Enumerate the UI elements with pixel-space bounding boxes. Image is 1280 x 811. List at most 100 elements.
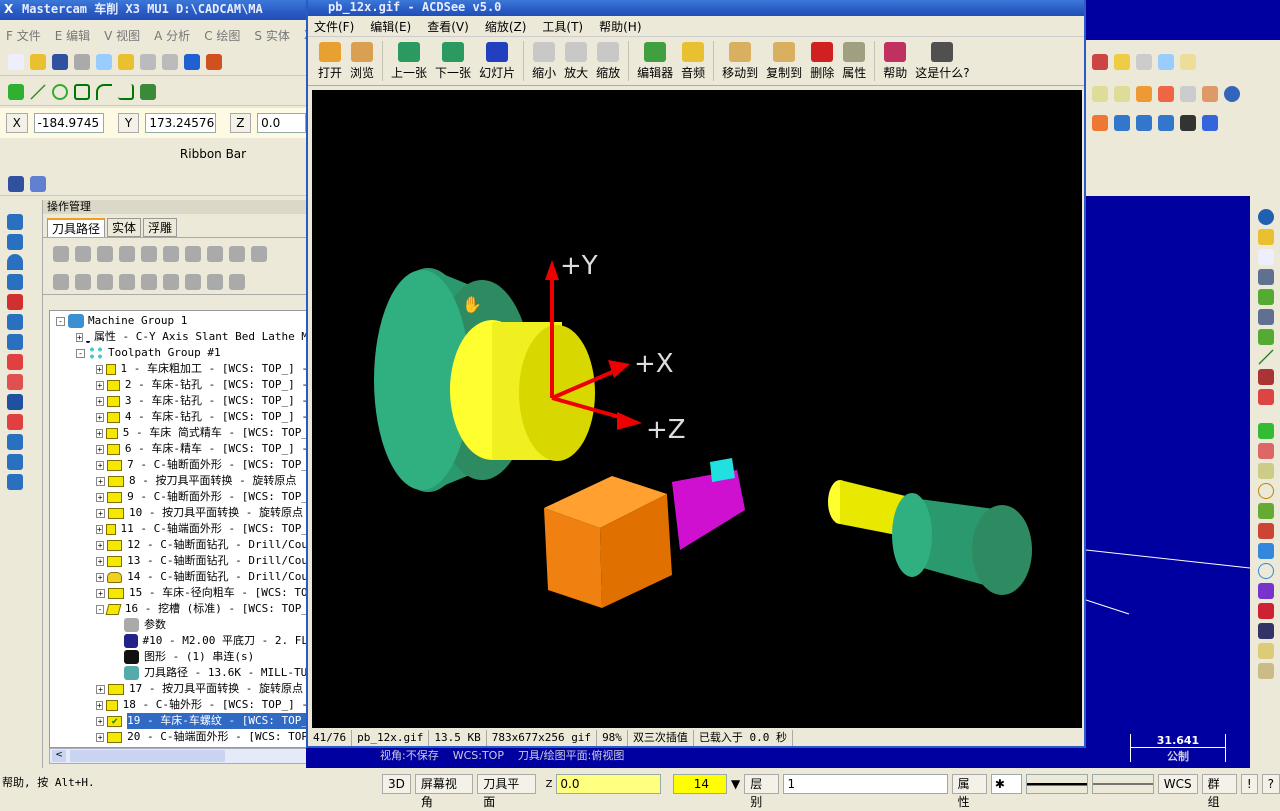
editor-wand-button[interactable]: 编辑器 [633,42,677,81]
find-icon[interactable] [1158,54,1174,70]
next-arrow-button[interactable]: 下一张 [431,42,475,81]
toolpath-icon[interactable] [8,175,24,192]
tree-machine-group[interactable]: - Machine Group 1 [56,313,308,329]
z-depth-input[interactable]: 0.0 [556,774,661,794]
down-icon[interactable] [7,274,23,290]
copy-to-button[interactable]: 复制到 [762,42,806,81]
line-style-select[interactable] [1025,774,1088,794]
sweep-icon[interactable] [1158,86,1174,102]
y-label-button[interactable]: Y [117,113,140,133]
color-red-icon[interactable] [1258,603,1274,619]
rotate-icon[interactable] [7,234,23,250]
tool-plane-button[interactable]: 刀具平面 [477,774,536,809]
extrude-icon[interactable] [7,334,23,350]
cut-icon[interactable] [7,354,23,370]
line-icon[interactable] [30,83,46,100]
tree-operation[interactable]: +4 - 车床-钻孔 - [WCS: TOP_] - [56,409,308,425]
circle-icon[interactable] [52,83,68,100]
color-input[interactable]: 14 [672,774,728,794]
collapse-icon[interactable]: - [76,348,85,358]
lock-icon[interactable] [53,274,69,290]
zoom-button[interactable]: 缩放 [592,42,624,81]
group-button[interactable]: 群组 [1201,774,1237,809]
save-icon[interactable] [1258,269,1274,285]
expand-icon[interactable]: + [96,684,105,694]
tree-operation[interactable]: +7 - C-轴断面外形 - [WCS: TOP_ [56,457,308,473]
slideshow-button[interactable]: 幻灯片 [475,42,519,81]
stop-icon[interactable] [141,246,157,262]
expand-icon[interactable]: + [96,716,105,726]
five-axis-icon[interactable] [1202,115,1218,131]
chain-icon[interactable] [1258,503,1274,519]
list-icon[interactable] [7,474,23,490]
properties-button[interactable]: 属性 [838,42,870,81]
calc-icon[interactable] [1092,54,1108,70]
scroll-icon[interactable] [185,274,201,290]
expand-icon[interactable]: + [96,540,105,550]
wcs-button[interactable]: WCS [1157,774,1198,794]
tree-operation[interactable]: +1 - 车床粗加工 - [WCS: TOP_] - [56,361,308,377]
post-icon[interactable] [163,246,179,262]
ops-help-icon[interactable] [251,246,267,262]
scrollbar-thumb[interactable] [70,750,225,762]
color-icon[interactable] [1258,583,1274,599]
surface-icon[interactable] [1092,86,1108,102]
line-icon[interactable] [1258,349,1274,365]
preview-icon[interactable] [96,53,112,70]
sphere-icon[interactable] [1258,209,1274,225]
x-icon[interactable] [1180,115,1196,131]
line-tool-icon[interactable] [1258,463,1274,479]
tool-4-icon[interactable] [1158,115,1174,131]
solid-icon[interactable] [7,294,23,310]
move-to-button[interactable]: 移动到 [718,42,762,81]
tree-horizontal-scrollbar[interactable]: < [49,748,309,764]
acdsee-menu-item[interactable]: 查看(V) [427,18,469,35]
prev-arrow-button[interactable]: 上一张 [387,42,431,81]
browse-button[interactable]: 浏览 [346,42,378,81]
tree-operation[interactable]: +11 - C-轴端面外形 - [WCS: TOP_ [56,521,308,537]
expand-icon[interactable]: + [96,588,105,598]
open-icon[interactable] [30,53,46,70]
tool-3-icon[interactable] [1136,115,1152,131]
cylinder-icon[interactable] [140,83,156,100]
move-up-icon[interactable] [141,274,157,290]
z-label-button[interactable]: Z [229,113,252,133]
add-point-icon[interactable] [1258,423,1274,439]
tree-operation[interactable]: +14 - C-轴断面钻孔 - Drill/Cou [56,569,308,585]
backplot-icon[interactable] [97,246,113,262]
tree-child[interactable]: #10 - M2.00 平底刀 - 2. FL [56,633,308,649]
tab-art[interactable]: 浮雕 [143,218,178,237]
tool-1-icon[interactable] [1092,115,1108,131]
y-coordinate-input[interactable]: 173.24576 [145,113,216,133]
tree-toolpath-group[interactable]: - Toolpath Group #1 [56,345,308,361]
x-coordinate-input[interactable]: -184.9745 [33,113,104,133]
expand-icon[interactable]: + [96,700,103,710]
expand-icon[interactable]: + [96,396,104,406]
acdsee-menu-item[interactable]: 工具(T) [542,18,583,35]
sparkle-icon[interactable] [1136,54,1152,70]
g1-icon[interactable] [185,246,201,262]
tree-operation[interactable]: +10 - 按刀具平面转换 - 旋转原点 [56,505,308,521]
image-viewport[interactable]: +Y +X +Z ✋ [312,90,1082,728]
delete-x-button[interactable]: 删除 [806,42,838,81]
3d-button[interactable]: 3D [382,774,411,794]
tool-2-icon[interactable] [1114,115,1130,131]
cube-icon[interactable] [7,394,23,410]
toggle-display-icon[interactable] [75,274,91,290]
print-icon[interactable] [74,53,90,70]
expand-icon[interactable]: + [76,332,83,342]
z-coordinate-input[interactable]: 0.0 [257,113,306,133]
tree-operation[interactable]: +15 - 车床-径向粗车 - [WCS: TO [56,585,308,601]
zoom-out-button[interactable]: 缩小 [528,42,560,81]
redo-icon[interactable] [162,53,178,70]
menu-analyze[interactable]: A 分析 [154,27,190,44]
rectangle-icon[interactable] [74,83,90,100]
expand-icon[interactable]: + [96,428,103,438]
menu-file[interactable]: F 文件 [6,27,41,44]
grid-icon[interactable] [7,434,23,450]
tree-operation[interactable]: +12 - C-轴断面钻孔 - Drill/Cou [56,537,308,553]
x-label-button[interactable]: X [6,113,28,133]
chamfer-icon[interactable] [118,83,134,100]
expand-icon[interactable]: + [96,556,105,566]
save-icon[interactable] [52,53,68,70]
